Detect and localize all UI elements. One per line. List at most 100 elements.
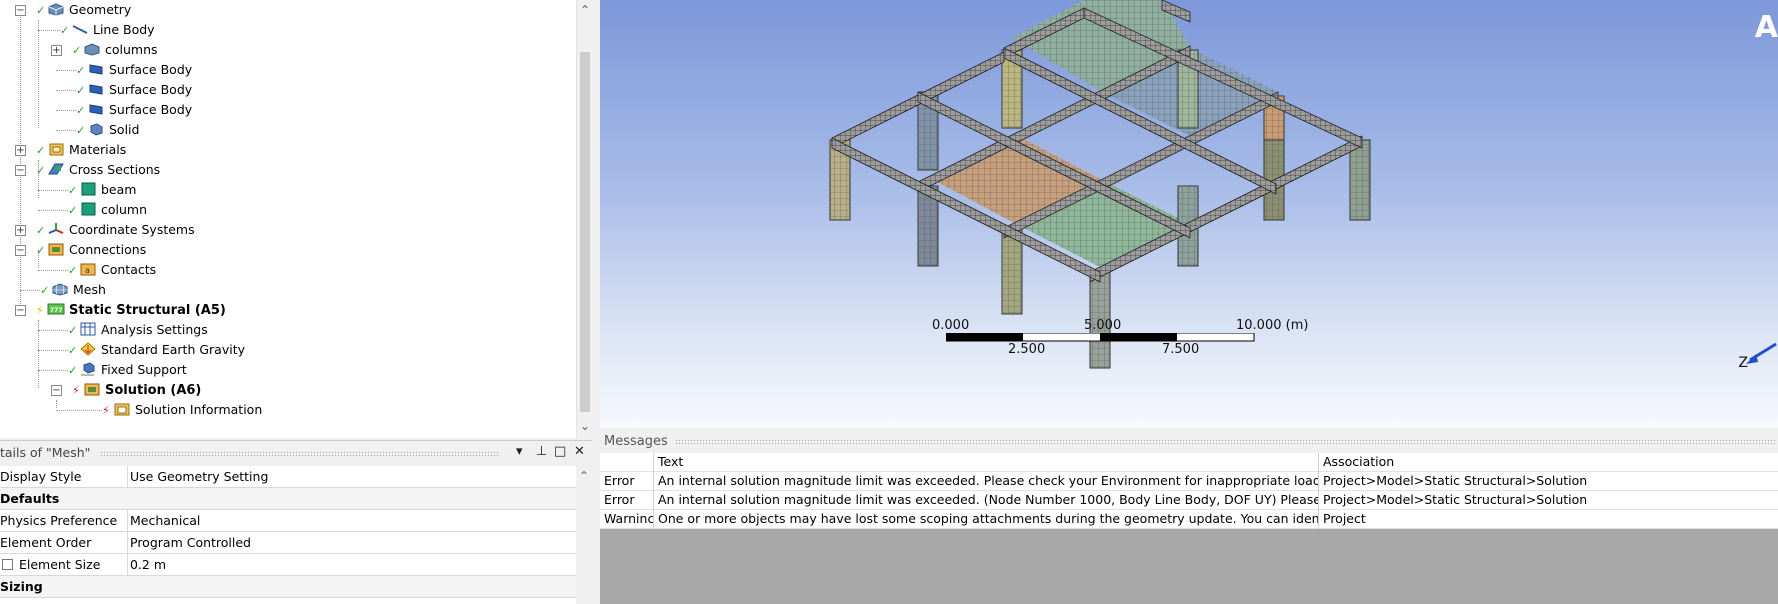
details-section-label: Sizing <box>0 579 43 594</box>
scroll-up-icon[interactable]: ⌃ <box>579 470 589 482</box>
tree-item-cross-sections[interactable]: ✓ Cross Sections <box>36 160 160 180</box>
tree-item-fixed-support[interactable]: ✓ Fixed Support <box>68 360 187 380</box>
messages-table: Text Association Error An internal solut… <box>600 453 1778 529</box>
details-section-sizing[interactable]: Sizing <box>0 576 576 598</box>
tree-item-materials[interactable]: ✓ Materials <box>36 140 126 160</box>
static-structural-icon: 777 <box>47 303 65 315</box>
messages-title: Messages <box>604 434 668 449</box>
tree-collapse-button[interactable]: − <box>51 385 62 396</box>
tree-item-line-body[interactable]: ✓ Line Body <box>60 20 155 40</box>
tree-connector <box>56 410 102 411</box>
details-value[interactable]: Mechanical <box>130 510 200 532</box>
tree-connector <box>38 20 39 128</box>
tree-item-static-structural[interactable]: ⚡ 777 Static Structural (A5) <box>36 300 226 320</box>
structure-model[interactable] <box>600 0 1778 428</box>
column-header-association[interactable]: Association <box>1319 453 1778 472</box>
tree-item-coordinate-systems[interactable]: ✓ Coordinate Systems <box>36 220 195 240</box>
column-header-text[interactable]: Text <box>654 453 1319 472</box>
check-icon: ✓ <box>36 224 46 237</box>
tree-item-beam[interactable]: ✓ beam <box>68 180 136 200</box>
tree-item-solution[interactable]: ⚡ Solution (A6) <box>72 380 201 400</box>
close-icon[interactable]: ✕ <box>574 444 585 459</box>
scroll-up-icon[interactable]: ⌃ <box>580 4 590 16</box>
message-row[interactable]: Error An internal solution magnitude lim… <box>600 472 1778 491</box>
tree-expand-button[interactable]: + <box>15 145 26 156</box>
tree-item-solid[interactable]: ✓ Solid <box>76 120 139 140</box>
tree-collapse-button[interactable]: − <box>15 165 26 176</box>
details-value[interactable]: 0.2 m <box>130 554 166 576</box>
message-type: Warninc <box>600 510 654 529</box>
details-scrollbar[interactable]: ⌃ <box>576 466 592 604</box>
tree-collapse-button[interactable]: − <box>15 5 26 16</box>
tree-item-surface-body[interactable]: ✓ Surface Body <box>76 100 192 120</box>
outline-tree: − ✓ Geometry ✓ Line Body + ✓ columns ✓ Surfa… <box>0 0 592 438</box>
fixed-support-icon <box>81 362 95 376</box>
check-icon: ✓ <box>68 344 78 357</box>
tree-item-surface-body[interactable]: ✓ Surface Body <box>76 80 192 100</box>
check-icon: ✓ <box>76 64 86 77</box>
tree-scrollbar[interactable]: ⌃ ⌄ <box>576 0 592 438</box>
mesh-icon <box>52 283 68 296</box>
check-icon: ✓ <box>36 4 46 17</box>
check-icon: ✓ <box>68 364 78 377</box>
check-icon: ✓ <box>76 124 86 137</box>
details-value[interactable]: Program Controlled <box>130 532 251 554</box>
tree-item-mesh[interactable]: ✓ Mesh <box>40 280 106 300</box>
messages-header: Messages <box>600 431 1778 453</box>
details-row-physics-preference[interactable]: Physics Preference Mechanical <box>0 510 576 532</box>
details-value[interactable]: Use Geometry Setting <box>130 466 268 488</box>
message-association: Project>Model>Static Structural>Solution <box>1323 473 1588 488</box>
check-icon: ✓ <box>68 324 78 337</box>
tree-collapse-button[interactable]: − <box>15 305 26 316</box>
parameter-checkbox[interactable] <box>2 559 13 570</box>
message-row[interactable]: Warninc One or more objects may have los… <box>600 510 1778 529</box>
surface-body-icon <box>89 84 103 95</box>
check-icon: ✓ <box>40 284 50 297</box>
tree-item-solution-information[interactable]: ⚡ Solution Information <box>102 400 262 420</box>
column[interactable] <box>1350 140 1370 220</box>
message-association: Project>Model>Static Structural>Solution <box>1323 492 1588 507</box>
details-row-display-style[interactable]: Display Style Use Geometry Setting <box>0 466 576 488</box>
cross-sections-icon <box>48 163 64 175</box>
scroll-down-icon[interactable]: ⌄ <box>580 420 590 432</box>
tree-item-standard-earth-gravity[interactable]: ✓ Standard Earth Gravity <box>68 340 245 360</box>
message-text: An internal solution magnitude limit was… <box>654 491 1319 510</box>
column-header-type[interactable] <box>600 453 654 472</box>
tree-item-connections[interactable]: ✓ Connections <box>36 240 146 260</box>
geometry-icon <box>48 3 64 16</box>
analysis-settings-icon <box>80 322 96 336</box>
triad-arrow-icon[interactable] <box>1738 340 1778 370</box>
coordinate-systems-icon <box>48 223 64 234</box>
details-row-element-order[interactable]: Element Order Program Controlled <box>0 532 576 554</box>
check-icon: ✓ <box>76 104 86 117</box>
tree-connector <box>38 330 68 331</box>
graphics-viewport[interactable]: A 0.000 5.000 10.000 (m) 2.500 7.500 Z <box>600 0 1778 428</box>
check-icon: ✓ <box>60 24 70 37</box>
tree-item-surface-body[interactable]: ✓ Surface Body <box>76 60 192 80</box>
tree-expand-button[interactable]: + <box>15 225 26 236</box>
tree-collapse-button[interactable]: − <box>15 245 26 256</box>
details-row-element-size[interactable]: Element Size 0.2 m <box>0 554 576 576</box>
tree-connector <box>38 190 68 191</box>
details-key: Element Size <box>19 557 101 572</box>
tree-item-columns[interactable]: ✓ columns <box>72 40 158 60</box>
tree-item-geometry[interactable]: ✓ Geometry <box>36 0 131 20</box>
scale-bar <box>946 333 1255 342</box>
details-header: tails of "Mesh" ▾ ⊥ □ ✕ <box>0 440 592 464</box>
svg-text:777: 777 <box>50 307 63 314</box>
tree-item-column[interactable]: ✓ column <box>68 200 147 220</box>
details-section-defaults[interactable]: Defaults <box>0 488 576 510</box>
tree-connector <box>56 400 57 408</box>
gravity-icon <box>80 342 96 356</box>
pin-icon[interactable]: ⊥ <box>536 444 547 459</box>
maximize-icon[interactable]: □ <box>554 444 566 459</box>
grip-pattern <box>675 439 1775 445</box>
dropdown-icon[interactable]: ▾ <box>516 444 523 459</box>
materials-icon <box>49 143 64 156</box>
surface-body-icon <box>89 104 103 115</box>
message-row[interactable]: Error An internal solution magnitude lim… <box>600 491 1778 510</box>
tree-scroll-thumb[interactable] <box>580 52 590 412</box>
tree-item-contacts[interactable]: ✓ a Contacts <box>68 260 156 280</box>
tree-expand-button[interactable]: + <box>51 45 62 56</box>
tree-item-analysis-settings[interactable]: ✓ Analysis Settings <box>68 320 208 340</box>
